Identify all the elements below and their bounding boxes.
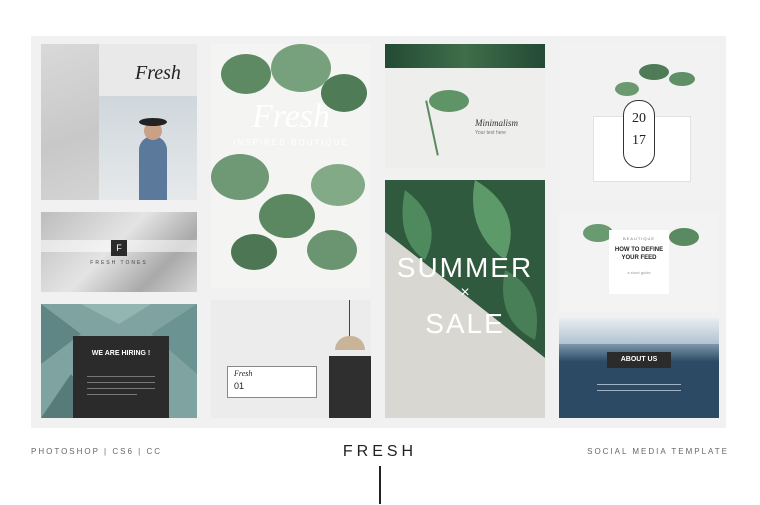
tile-2017: 20 17 <box>559 44 719 200</box>
footer-right: SOCIAL MEDIA TEMPLATE <box>587 447 729 456</box>
leaf-shape <box>669 228 699 246</box>
lamp-shade <box>335 336 365 350</box>
feed-headline: HOW TO DEFINE YOUR FEED <box>614 247 664 261</box>
leaf-shape <box>311 164 365 206</box>
text-line <box>87 394 137 395</box>
footer-divider <box>379 466 381 504</box>
feed-sub: a short guide <box>627 270 651 275</box>
tile-title: Fresh <box>135 62 181 84</box>
doorway <box>329 356 371 418</box>
concrete-panel <box>41 44 99 200</box>
feed-card: BEAUTIQUE HOW TO DEFINE YOUR FEED a shor… <box>609 230 669 294</box>
text-line <box>597 384 681 385</box>
tile-about-us: ABOUT US <box>559 318 719 418</box>
leaf-shape <box>615 82 639 96</box>
leaf-strip <box>385 44 545 68</box>
template-board: Fresh Fresh INSPIRED BOUTIQUE Minimalism… <box>31 36 726 428</box>
sale-title-bottom: SALE <box>425 308 505 339</box>
leaf-shape <box>211 154 269 200</box>
tile-caption: FRESH TONES <box>90 260 148 266</box>
tile-fresh-01: Fresh 01 <box>211 300 371 418</box>
fresh-card: Fresh 01 <box>227 366 317 398</box>
tile-fresh-portrait: Fresh <box>41 44 197 200</box>
sale-title-top: SUMMER <box>396 252 534 283</box>
leaf-shape <box>81 304 151 324</box>
leaf-shape <box>669 72 695 86</box>
leaf-shape <box>429 90 469 112</box>
tile-title: Fresh <box>251 98 331 135</box>
person-figure <box>139 136 167 200</box>
tile-line: Your text here <box>475 130 506 136</box>
card-number: 01 <box>234 381 245 391</box>
lamp-cord <box>349 300 350 336</box>
hat-shape <box>139 118 167 126</box>
leaf-shape <box>221 54 271 94</box>
about-label: ABOUT US <box>607 352 671 368</box>
photo-panel <box>99 96 197 200</box>
tile-summer-sale: SUMMER × SALE <box>385 180 545 418</box>
tile-minimalism: Minimalism Your text here <box>385 44 545 168</box>
year-top: 20 <box>632 111 646 126</box>
leaf-shape <box>307 230 357 270</box>
year-badge: 20 17 <box>623 100 655 168</box>
year-bottom: 17 <box>632 133 646 148</box>
leaf-shape <box>639 64 669 80</box>
text-line <box>597 390 681 391</box>
tile-f-bedding: F FRESH TONES <box>41 212 197 292</box>
badge-f: F <box>111 240 127 256</box>
leaf-shape <box>259 194 315 238</box>
hiring-card: WE ARE HIRING ! <box>73 336 169 418</box>
leaf-shape <box>231 234 277 270</box>
tile-title: Minimalism <box>475 118 519 128</box>
text-line <box>87 382 155 383</box>
tile-hiring: WE ARE HIRING ! <box>41 304 197 418</box>
card-title: Fresh <box>234 369 253 378</box>
text-line <box>87 376 155 377</box>
footer-left: PHOTOSHOP | CS6 | CC <box>31 447 162 456</box>
footer-title: FRESH <box>342 443 418 460</box>
hiring-headline: WE ARE HIRING ! <box>91 350 151 357</box>
sale-divider: × <box>460 284 470 301</box>
text-line <box>87 388 155 389</box>
feed-kicker: BEAUTIQUE <box>622 236 656 241</box>
tile-define-feed: BEAUTIQUE HOW TO DEFINE YOUR FEED a shor… <box>559 212 719 312</box>
tile-subtitle: INSPIRED BOUTIQUE <box>233 138 349 147</box>
tile-fresh-eucalyptus: Fresh INSPIRED BOUTIQUE <box>211 44 371 288</box>
